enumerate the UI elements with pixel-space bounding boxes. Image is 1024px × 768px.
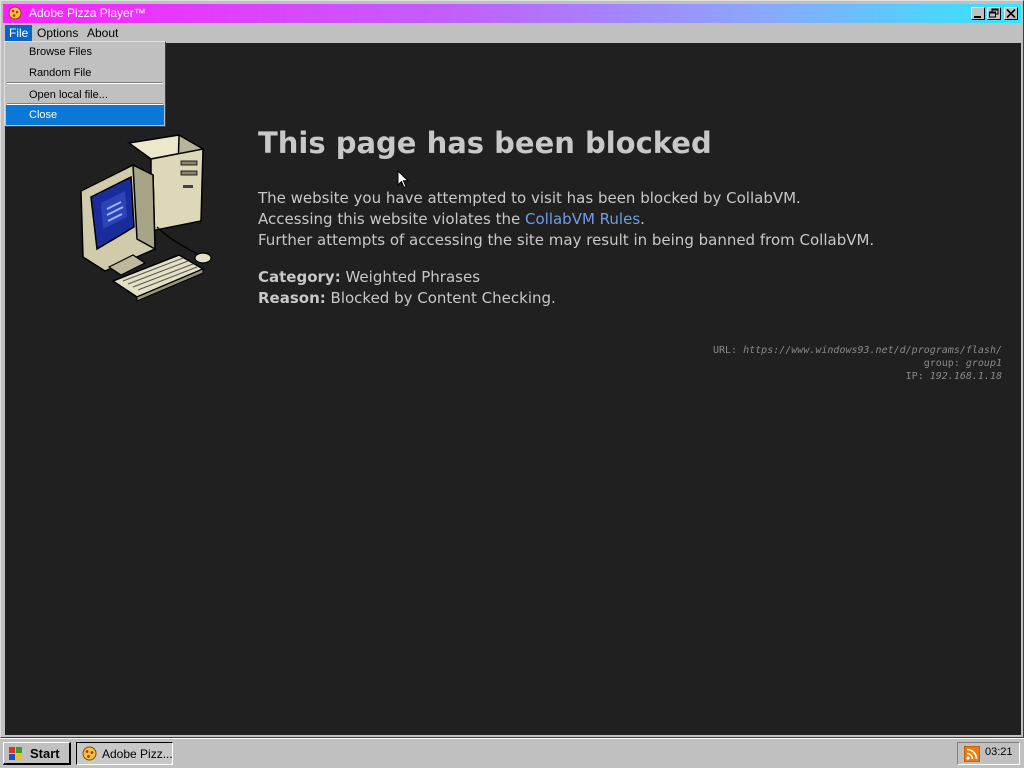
group-label: group:: [923, 358, 966, 369]
clock: 03:21: [985, 746, 1013, 758]
minimize-icon: [974, 16, 981, 18]
minimize-button[interactable]: [971, 7, 985, 20]
close-window-button[interactable]: [1004, 7, 1018, 20]
taskbar-app-label: Adobe Pizz...: [102, 747, 173, 761]
menu-item-random-file[interactable]: Random File: [6, 63, 164, 83]
menu-about[interactable]: About: [83, 25, 122, 41]
window-title: Adobe Pizza Player™: [29, 6, 146, 20]
blocked-heading: This page has been blocked: [258, 126, 712, 160]
ip-line: IP: 192.168.1.18: [906, 371, 1002, 382]
taskbar-app-button[interactable]: Adobe Pizz...: [76, 742, 173, 765]
menu-item-open-local-file[interactable]: Open local file...: [6, 85, 164, 105]
blocked-url-line: URL: https://www.windows93.net/d/program…: [713, 345, 1002, 356]
rules-message-line: Accessing this website violates the Coll…: [258, 210, 645, 228]
pizza-icon: [8, 6, 22, 20]
menu-file[interactable]: File: [5, 25, 33, 41]
url-label: URL:: [713, 345, 744, 356]
rss-icon[interactable]: [964, 746, 980, 762]
menu-item-close[interactable]: Close: [6, 105, 164, 125]
menu-options[interactable]: Options: [33, 25, 82, 41]
restore-button[interactable]: [987, 7, 1001, 20]
mouse-cursor-icon: [397, 170, 409, 189]
title-bar[interactable]: Adobe Pizza Player™: [3, 4, 1021, 23]
start-label: Start: [30, 746, 60, 761]
group-line: group: group1: [924, 358, 1002, 369]
blocked-message-line: The website you have attempted to visit …: [258, 189, 801, 207]
start-button[interactable]: Start: [3, 742, 71, 765]
ip-label: IP:: [905, 371, 930, 382]
file-menu-dropdown: Browse Files Random File Open local file…: [4, 41, 166, 127]
restore-icon: [989, 8, 999, 18]
menu-separator: [7, 82, 163, 84]
blocked-page: This page has been blocked The website y…: [5, 43, 1021, 735]
collabvm-rules-link[interactable]: CollabVM Rules: [525, 210, 640, 228]
pizza-icon: [82, 746, 97, 761]
rules-message-prefix: Accessing this website violates the: [258, 210, 525, 228]
reason-line: Reason: Blocked by Content Checking.: [258, 289, 556, 307]
menu-bar: File Options About: [3, 24, 1021, 42]
rules-message-suffix: .: [640, 210, 645, 228]
url-value: https://www.windows93.net/d/programs/fla…: [743, 345, 1002, 356]
ip-value: 192.168.1.18: [929, 371, 1002, 382]
windows-logo-icon: [9, 747, 22, 760]
computer-illustration: [80, 133, 212, 302]
category-line: Category: Weighted Phrases: [258, 268, 480, 286]
category-label: Category:: [258, 268, 341, 286]
reason-value: Blocked by Content Checking.: [325, 289, 556, 307]
group-value: group1: [965, 358, 1002, 369]
category-value: Weighted Phrases: [340, 268, 481, 286]
close-icon: [1006, 8, 1016, 19]
ban-warning-line: Further attempts of accessing the site m…: [258, 231, 875, 249]
taskbar: Start Adobe Pizz... 03:21: [0, 738, 1024, 768]
system-tray: 03:21: [957, 742, 1020, 765]
menu-item-browse-files[interactable]: Browse Files: [6, 42, 164, 62]
reason-label: Reason:: [258, 289, 326, 307]
desktop: Adobe Pizza Player™ File Options About T…: [0, 0, 1024, 768]
